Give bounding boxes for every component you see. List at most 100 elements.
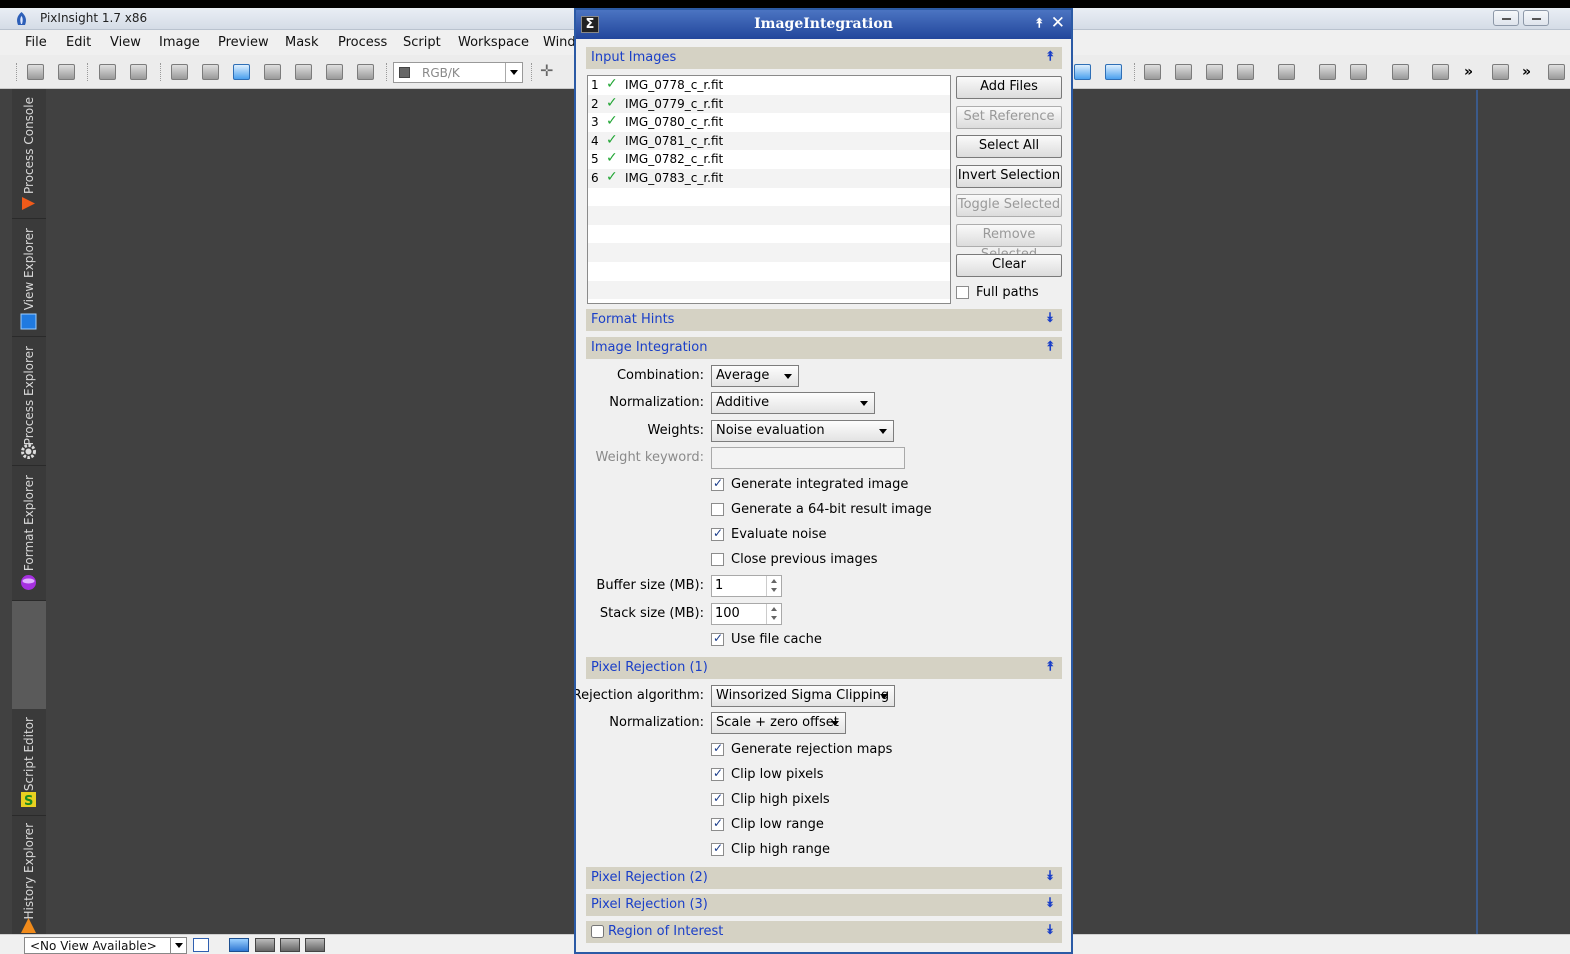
list-item[interactable]: 1 ✓ IMG_0778_c_r.fit bbox=[588, 76, 950, 95]
workspace-2-icon[interactable] bbox=[255, 938, 275, 952]
dialog-titlebar[interactable]: Σ ImageIntegration ⯭ ✕ bbox=[576, 10, 1071, 39]
close-image-icon[interactable] bbox=[295, 64, 312, 80]
menu-workspace[interactable]: Workspace bbox=[458, 35, 529, 50]
enabled-check-icon[interactable]: ✓ bbox=[606, 113, 618, 129]
region-of-interest-checkbox[interactable] bbox=[591, 925, 604, 938]
redo-icon[interactable] bbox=[58, 64, 75, 80]
section-pixel-rejection-1[interactable]: Pixel Rejection (1) ⯭ bbox=[586, 657, 1062, 679]
close-icon[interactable]: ✕ bbox=[1051, 13, 1065, 33]
clear-button[interactable]: Clear bbox=[956, 254, 1062, 277]
checkbox-box[interactable] bbox=[711, 816, 724, 831]
select-all-button[interactable]: Select All bbox=[956, 135, 1062, 158]
section-format-hints[interactable]: Format Hints ⯯ bbox=[586, 309, 1062, 331]
export-icon[interactable] bbox=[357, 64, 374, 80]
dock-tab-history-explorer[interactable]: History Explorer bbox=[12, 817, 46, 936]
align-icon[interactable] bbox=[1492, 64, 1509, 80]
toggle-selected-button[interactable]: Toggle Selected bbox=[956, 194, 1062, 217]
checkbox-box[interactable] bbox=[711, 503, 724, 516]
duplicate-image-icon[interactable] bbox=[130, 64, 147, 80]
pan-mode-icon[interactable] bbox=[1392, 64, 1409, 80]
weight-keyword-input[interactable] bbox=[711, 447, 905, 469]
image-properties-icon[interactable] bbox=[99, 64, 116, 80]
crosshair-icon[interactable]: ✛ bbox=[540, 61, 556, 80]
list-item[interactable]: 6 ✓ IMG_0783_c_r.fit bbox=[588, 169, 950, 188]
print-icon[interactable] bbox=[326, 64, 343, 80]
expand-section-icon[interactable]: ⯯ bbox=[1046, 896, 1054, 911]
enabled-check-icon[interactable]: ✓ bbox=[606, 150, 618, 166]
workspace-1-icon[interactable] bbox=[229, 938, 249, 952]
section-image-integration[interactable]: Image Integration ⯭ bbox=[586, 337, 1062, 359]
enabled-check-icon[interactable]: ✓ bbox=[606, 76, 618, 92]
stack-size-spinbox[interactable]: 100 bbox=[711, 603, 782, 625]
zoom-mode-icon[interactable] bbox=[1432, 64, 1449, 80]
menu-script[interactable]: Script bbox=[403, 35, 441, 50]
expand-section-icon[interactable]: ⯯ bbox=[1046, 311, 1054, 326]
zoom-1-1-icon[interactable] bbox=[1105, 64, 1122, 80]
workspace-4-icon[interactable] bbox=[305, 938, 325, 952]
screen-transfer-icon[interactable] bbox=[1319, 64, 1336, 80]
color-channel-selector[interactable]: RGB/K bbox=[393, 62, 523, 83]
menu-preview[interactable]: Preview bbox=[218, 35, 269, 50]
shade-dialog-icon[interactable]: ⯭ bbox=[1035, 16, 1043, 31]
menu-mask[interactable]: Mask bbox=[285, 35, 318, 50]
minimize-button[interactable] bbox=[1493, 10, 1519, 26]
dock-tab-process-console[interactable]: Process Console bbox=[12, 89, 46, 219]
view-selector[interactable]: <No View Available> bbox=[24, 937, 187, 954]
list-item[interactable]: 5 ✓ IMG_0782_c_r.fit bbox=[588, 150, 950, 169]
new-preview-icon[interactable] bbox=[233, 64, 250, 80]
restore-button[interactable] bbox=[1523, 10, 1549, 26]
spin-arrows-icon[interactable] bbox=[766, 604, 781, 624]
weights-select[interactable]: Noise evaluation bbox=[711, 420, 894, 442]
checkbox-box[interactable] bbox=[711, 791, 724, 806]
checkbox-box[interactable] bbox=[711, 553, 724, 566]
save-image-icon[interactable] bbox=[264, 64, 281, 80]
edit-mode-icon[interactable] bbox=[1175, 64, 1192, 80]
add-files-button[interactable]: Add Files bbox=[956, 76, 1062, 99]
rejection-algorithm-select[interactable]: Winsorized Sigma Clipping bbox=[711, 685, 895, 707]
buffer-size-spinbox[interactable]: 1 bbox=[711, 575, 782, 597]
menu-file[interactable]: File bbox=[25, 35, 47, 50]
input-images-list[interactable]: 1 ✓ IMG_0778_c_r.fit 2 ✓ IMG_0779_c_r.fi… bbox=[587, 75, 951, 304]
stf-icon[interactable] bbox=[1278, 64, 1295, 80]
checkbox-box[interactable] bbox=[711, 741, 724, 756]
new-image-icon[interactable] bbox=[171, 64, 188, 80]
enabled-check-icon[interactable]: ✓ bbox=[606, 132, 618, 148]
expand-section-icon[interactable]: ⯯ bbox=[1046, 923, 1054, 938]
set-reference-button[interactable]: Set Reference bbox=[956, 106, 1062, 129]
list-item[interactable]: 2 ✓ IMG_0779_c_r.fit bbox=[588, 94, 950, 114]
checkbox-box[interactable] bbox=[711, 841, 724, 856]
checkbox-box[interactable] bbox=[956, 286, 969, 299]
collapse-section-icon[interactable]: ⯭ bbox=[1046, 659, 1054, 674]
undo-icon[interactable] bbox=[27, 64, 44, 80]
menu-image[interactable]: Image bbox=[159, 35, 200, 50]
menu-window[interactable]: Wind bbox=[543, 35, 576, 50]
checkbox-box[interactable] bbox=[711, 766, 724, 781]
readout-mode-icon[interactable] bbox=[1144, 64, 1161, 80]
toolbar-overflow-2[interactable]: » bbox=[1522, 64, 1531, 80]
mask-mode-icon[interactable] bbox=[1237, 64, 1254, 80]
enabled-check-icon[interactable]: ✓ bbox=[606, 169, 618, 185]
collapse-section-icon[interactable]: ⯭ bbox=[1046, 339, 1054, 354]
menu-view[interactable]: View bbox=[110, 35, 141, 50]
checkbox-box[interactable] bbox=[711, 526, 724, 541]
list-item[interactable]: 4 ✓ IMG_0781_c_r.fit bbox=[588, 131, 950, 151]
toolbar-overflow-1[interactable]: » bbox=[1464, 64, 1473, 80]
auto-stretch-icon[interactable] bbox=[1350, 64, 1367, 80]
section-pixel-rejection-2[interactable]: Pixel Rejection (2) ⯯ bbox=[586, 867, 1062, 889]
remove-selected-button[interactable]: Remove Selected bbox=[956, 224, 1062, 262]
preview-mode-icon[interactable] bbox=[1206, 64, 1223, 80]
menu-edit[interactable]: Edit bbox=[66, 35, 91, 50]
normalization-select[interactable]: Additive bbox=[711, 392, 875, 414]
dock-tab-process-explorer[interactable]: Process Explorer bbox=[12, 338, 46, 466]
section-region-of-interest[interactable]: Region of Interest ⯯ bbox=[586, 921, 1062, 943]
collapse-section-icon[interactable]: ⯭ bbox=[1046, 49, 1054, 64]
invert-selection-button[interactable]: Invert Selection bbox=[956, 165, 1062, 188]
dock-tab-format-explorer[interactable]: Format Explorer bbox=[12, 467, 46, 601]
list-item[interactable]: 3 ✓ IMG_0780_c_r.fit bbox=[588, 113, 950, 132]
rejection-normalization-select[interactable]: Scale + zero offset bbox=[711, 712, 846, 734]
open-image-icon[interactable] bbox=[202, 64, 219, 80]
enabled-check-icon[interactable]: ✓ bbox=[606, 95, 618, 111]
checkbox-box[interactable] bbox=[711, 631, 724, 646]
fit-view-icon[interactable] bbox=[1074, 64, 1091, 80]
section-input-images[interactable]: Input Images ⯭ bbox=[586, 47, 1062, 69]
